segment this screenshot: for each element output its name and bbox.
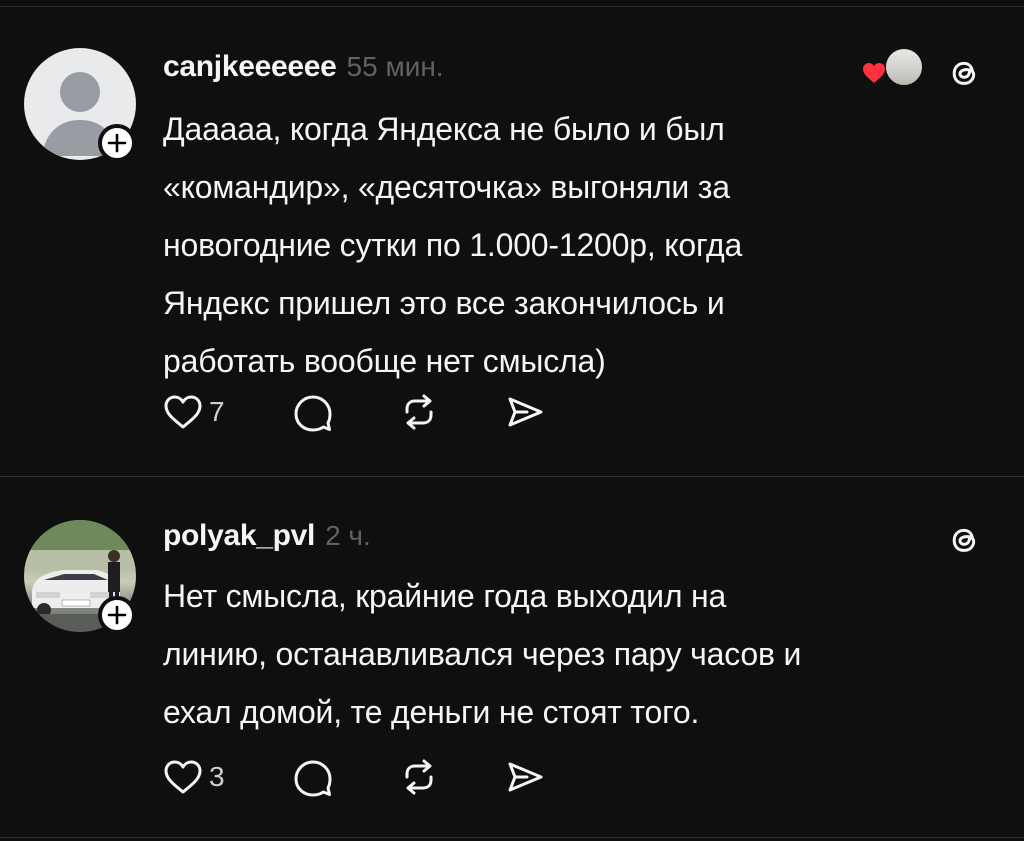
like-count: 7 xyxy=(209,396,225,427)
author-avatar[interactable] xyxy=(24,48,136,162)
share-button[interactable] xyxy=(505,390,545,434)
follow-button[interactable] xyxy=(98,596,136,634)
heart-icon xyxy=(164,760,202,794)
timestamp: 2 ч. xyxy=(325,520,371,551)
repost-icon xyxy=(405,759,433,795)
author-avatar[interactable] xyxy=(24,520,136,634)
threads-logo-icon[interactable] xyxy=(941,50,987,96)
heart-icon xyxy=(164,395,202,429)
plus-icon xyxy=(107,133,127,153)
action-bar: 3 xyxy=(163,755,591,799)
liker-avatar xyxy=(883,46,925,88)
post-header: polyak_pvl 2 ч. xyxy=(163,519,371,559)
follow-button[interactable] xyxy=(98,124,136,162)
repost-button[interactable] xyxy=(399,755,439,799)
like-count: 3 xyxy=(209,761,225,792)
username[interactable]: canjkeeeeee xyxy=(163,50,337,84)
reply-post: canjkeeeeee 55 мин. Дааааа, когда Яндекс… xyxy=(0,0,1024,477)
share-icon xyxy=(508,397,543,427)
action-bar: 7 xyxy=(163,390,591,434)
timestamp: 55 мин. xyxy=(346,51,444,82)
username[interactable]: polyak_pvl xyxy=(163,519,315,553)
repost-button[interactable] xyxy=(399,390,439,434)
like-button[interactable]: 7 xyxy=(163,390,225,434)
post-text: Дааааа, когда Яндекса не было и был «ком… xyxy=(163,111,743,379)
like-button[interactable]: 3 xyxy=(163,755,225,799)
heart-badge-icon xyxy=(863,63,885,83)
post-header: canjkeeeeee 55 мин. xyxy=(163,50,444,90)
comment-button[interactable] xyxy=(293,390,333,434)
post-text: Нет смысла, крайние года выходил на лини… xyxy=(163,578,802,730)
author-liked-indicator xyxy=(861,46,925,92)
repost-icon xyxy=(405,394,433,430)
comment-icon xyxy=(294,760,332,797)
plus-icon xyxy=(107,605,127,625)
comment-button[interactable] xyxy=(293,755,333,799)
reply-post: polyak_pvl 2 ч. Нет смысла, крайние года… xyxy=(0,477,1024,838)
share-icon xyxy=(508,762,543,792)
threads-logo-icon[interactable] xyxy=(941,517,987,563)
share-button[interactable] xyxy=(505,755,545,799)
comment-icon xyxy=(294,395,332,432)
